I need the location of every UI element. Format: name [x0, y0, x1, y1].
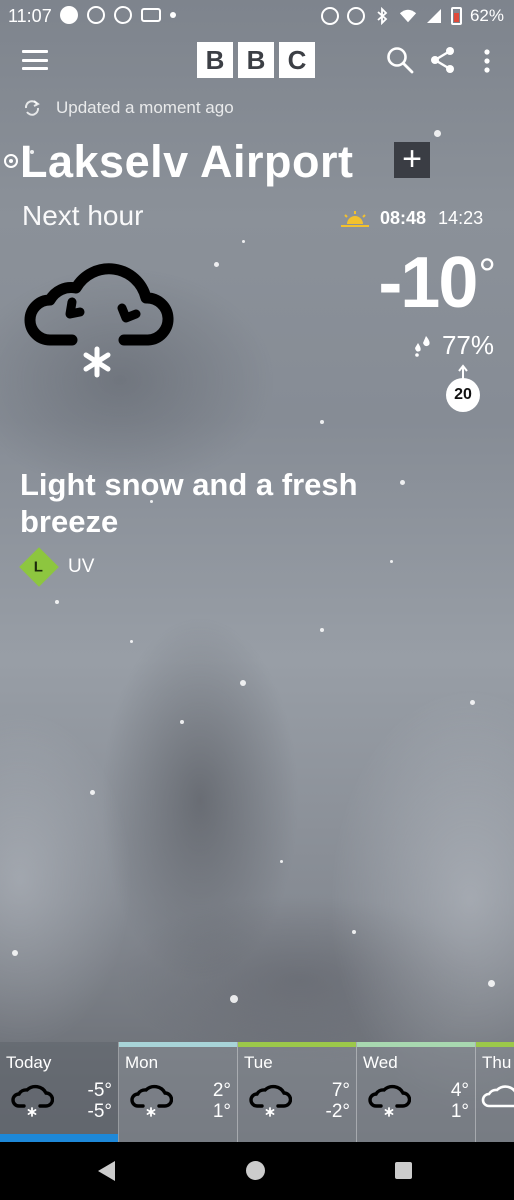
day-name: Today: [6, 1053, 52, 1072]
snow-cloud-icon: [130, 1084, 173, 1117]
app-bar: B B C: [0, 38, 514, 82]
battery-level: 62%: [469, 6, 504, 25]
snow-cloud-icon: [368, 1084, 411, 1117]
notification-icons: [60, 6, 176, 24]
menu-icon[interactable]: [22, 50, 48, 70]
degree-symbol: °: [478, 250, 496, 299]
logo-letter: C: [279, 42, 315, 78]
wifi-icon: [399, 9, 417, 23]
sunset-time: 14:23: [438, 208, 484, 228]
day-high: 4°: [450, 1080, 469, 1101]
logo-letter: B: [197, 42, 233, 78]
uv-badge: L: [19, 547, 59, 587]
uv-level: L: [34, 558, 44, 576]
more-notifications-icon: [170, 12, 176, 18]
weather-description: Light snow and a fresh breeze: [20, 467, 358, 539]
bbc-logo: B B C: [197, 42, 315, 78]
status-time: 11:07: [8, 6, 52, 26]
uv-row: L UV: [19, 547, 95, 587]
day-high: 7°: [331, 1080, 350, 1101]
day-low: 1°: [212, 1101, 231, 1122]
day-low: -5°: [87, 1101, 113, 1122]
data-saver-icon: [346, 7, 365, 25]
refresh-icon[interactable]: [22, 98, 42, 118]
day-color-bar: [119, 1042, 237, 1047]
gb-badge-icon: [141, 8, 161, 22]
alarm-icon: [320, 7, 339, 25]
updated-row[interactable]: Updated a moment ago: [22, 98, 234, 118]
day-high: -5°: [87, 1080, 113, 1101]
cloud-icon: [481, 1085, 514, 1108]
temperature-value: -10: [378, 243, 478, 323]
status-bar: 11:07 62%: [0, 0, 514, 34]
sunrise-icon: [341, 210, 369, 227]
wind-indicator: 20: [446, 364, 482, 412]
updated-text: Updated a moment ago: [56, 98, 234, 117]
forecast-day-wed[interactable]: Wed 4° 1°: [357, 1042, 476, 1142]
forecast-day-mon[interactable]: Mon 2° 1°: [119, 1042, 238, 1142]
sun-times: 08:48 14:23: [340, 208, 483, 229]
day-name: Mon: [125, 1053, 159, 1072]
temperature: -10°: [378, 242, 496, 324]
day-low: 1°: [450, 1101, 469, 1122]
snow-cloud-icon: [11, 1084, 54, 1117]
selected-indicator: [0, 1134, 118, 1142]
battery-icon: [450, 7, 462, 25]
day-color-bar: [476, 1042, 514, 1047]
day-color-bar: [238, 1042, 356, 1047]
day-name: Tue: [244, 1053, 273, 1072]
notification-dot-icon: [60, 6, 78, 24]
recents-icon[interactable]: [395, 1162, 412, 1179]
forecast-day-today[interactable]: Today -5° -5°: [0, 1042, 119, 1142]
signal-icon: [426, 9, 441, 23]
uv-label: UV: [68, 556, 95, 577]
system-icons: 62%: [320, 6, 504, 26]
more-options-icon[interactable]: [480, 48, 494, 74]
navigation-bar: [0, 1142, 514, 1200]
location-pin-icon: [4, 154, 18, 168]
humidity-value: 77%: [441, 330, 494, 360]
location-row: Lakselv Airport +: [0, 136, 514, 192]
home-icon[interactable]: [246, 1161, 265, 1180]
next-hour-label: Next hour: [22, 200, 144, 231]
search-icon[interactable]: [386, 46, 414, 74]
add-location-button[interactable]: +: [394, 142, 430, 178]
day-high: 2°: [212, 1080, 231, 1101]
snow-cloud-icon: [24, 263, 174, 378]
check-circle-icon: [87, 6, 105, 24]
day-name: Thu: [482, 1053, 512, 1072]
snow-cloud-icon: [249, 1084, 292, 1117]
humidity-drops-icon: [414, 335, 430, 357]
bluetooth-icon: [377, 7, 388, 25]
day-color-bar: [357, 1042, 475, 1047]
wind-speed: 20: [446, 378, 480, 412]
forecast-day-tue[interactable]: Tue 7° -2°: [238, 1042, 357, 1142]
logo-letter: B: [238, 42, 274, 78]
app-notification-icon: [114, 6, 132, 24]
humidity: 77%: [412, 330, 494, 361]
location-name: Lakselv Airport: [20, 136, 354, 187]
day-name: Wed: [363, 1053, 398, 1072]
back-icon[interactable]: [98, 1161, 115, 1181]
share-icon[interactable]: [430, 46, 456, 74]
day-low: -2°: [325, 1101, 351, 1122]
daily-forecast: Today -5° -5° Mon 2° 1° Tue 7° -2° Wed 4…: [0, 1042, 514, 1142]
forecast-day-thu[interactable]: Thu: [476, 1042, 514, 1142]
sunrise-time: 08:48: [380, 208, 427, 228]
